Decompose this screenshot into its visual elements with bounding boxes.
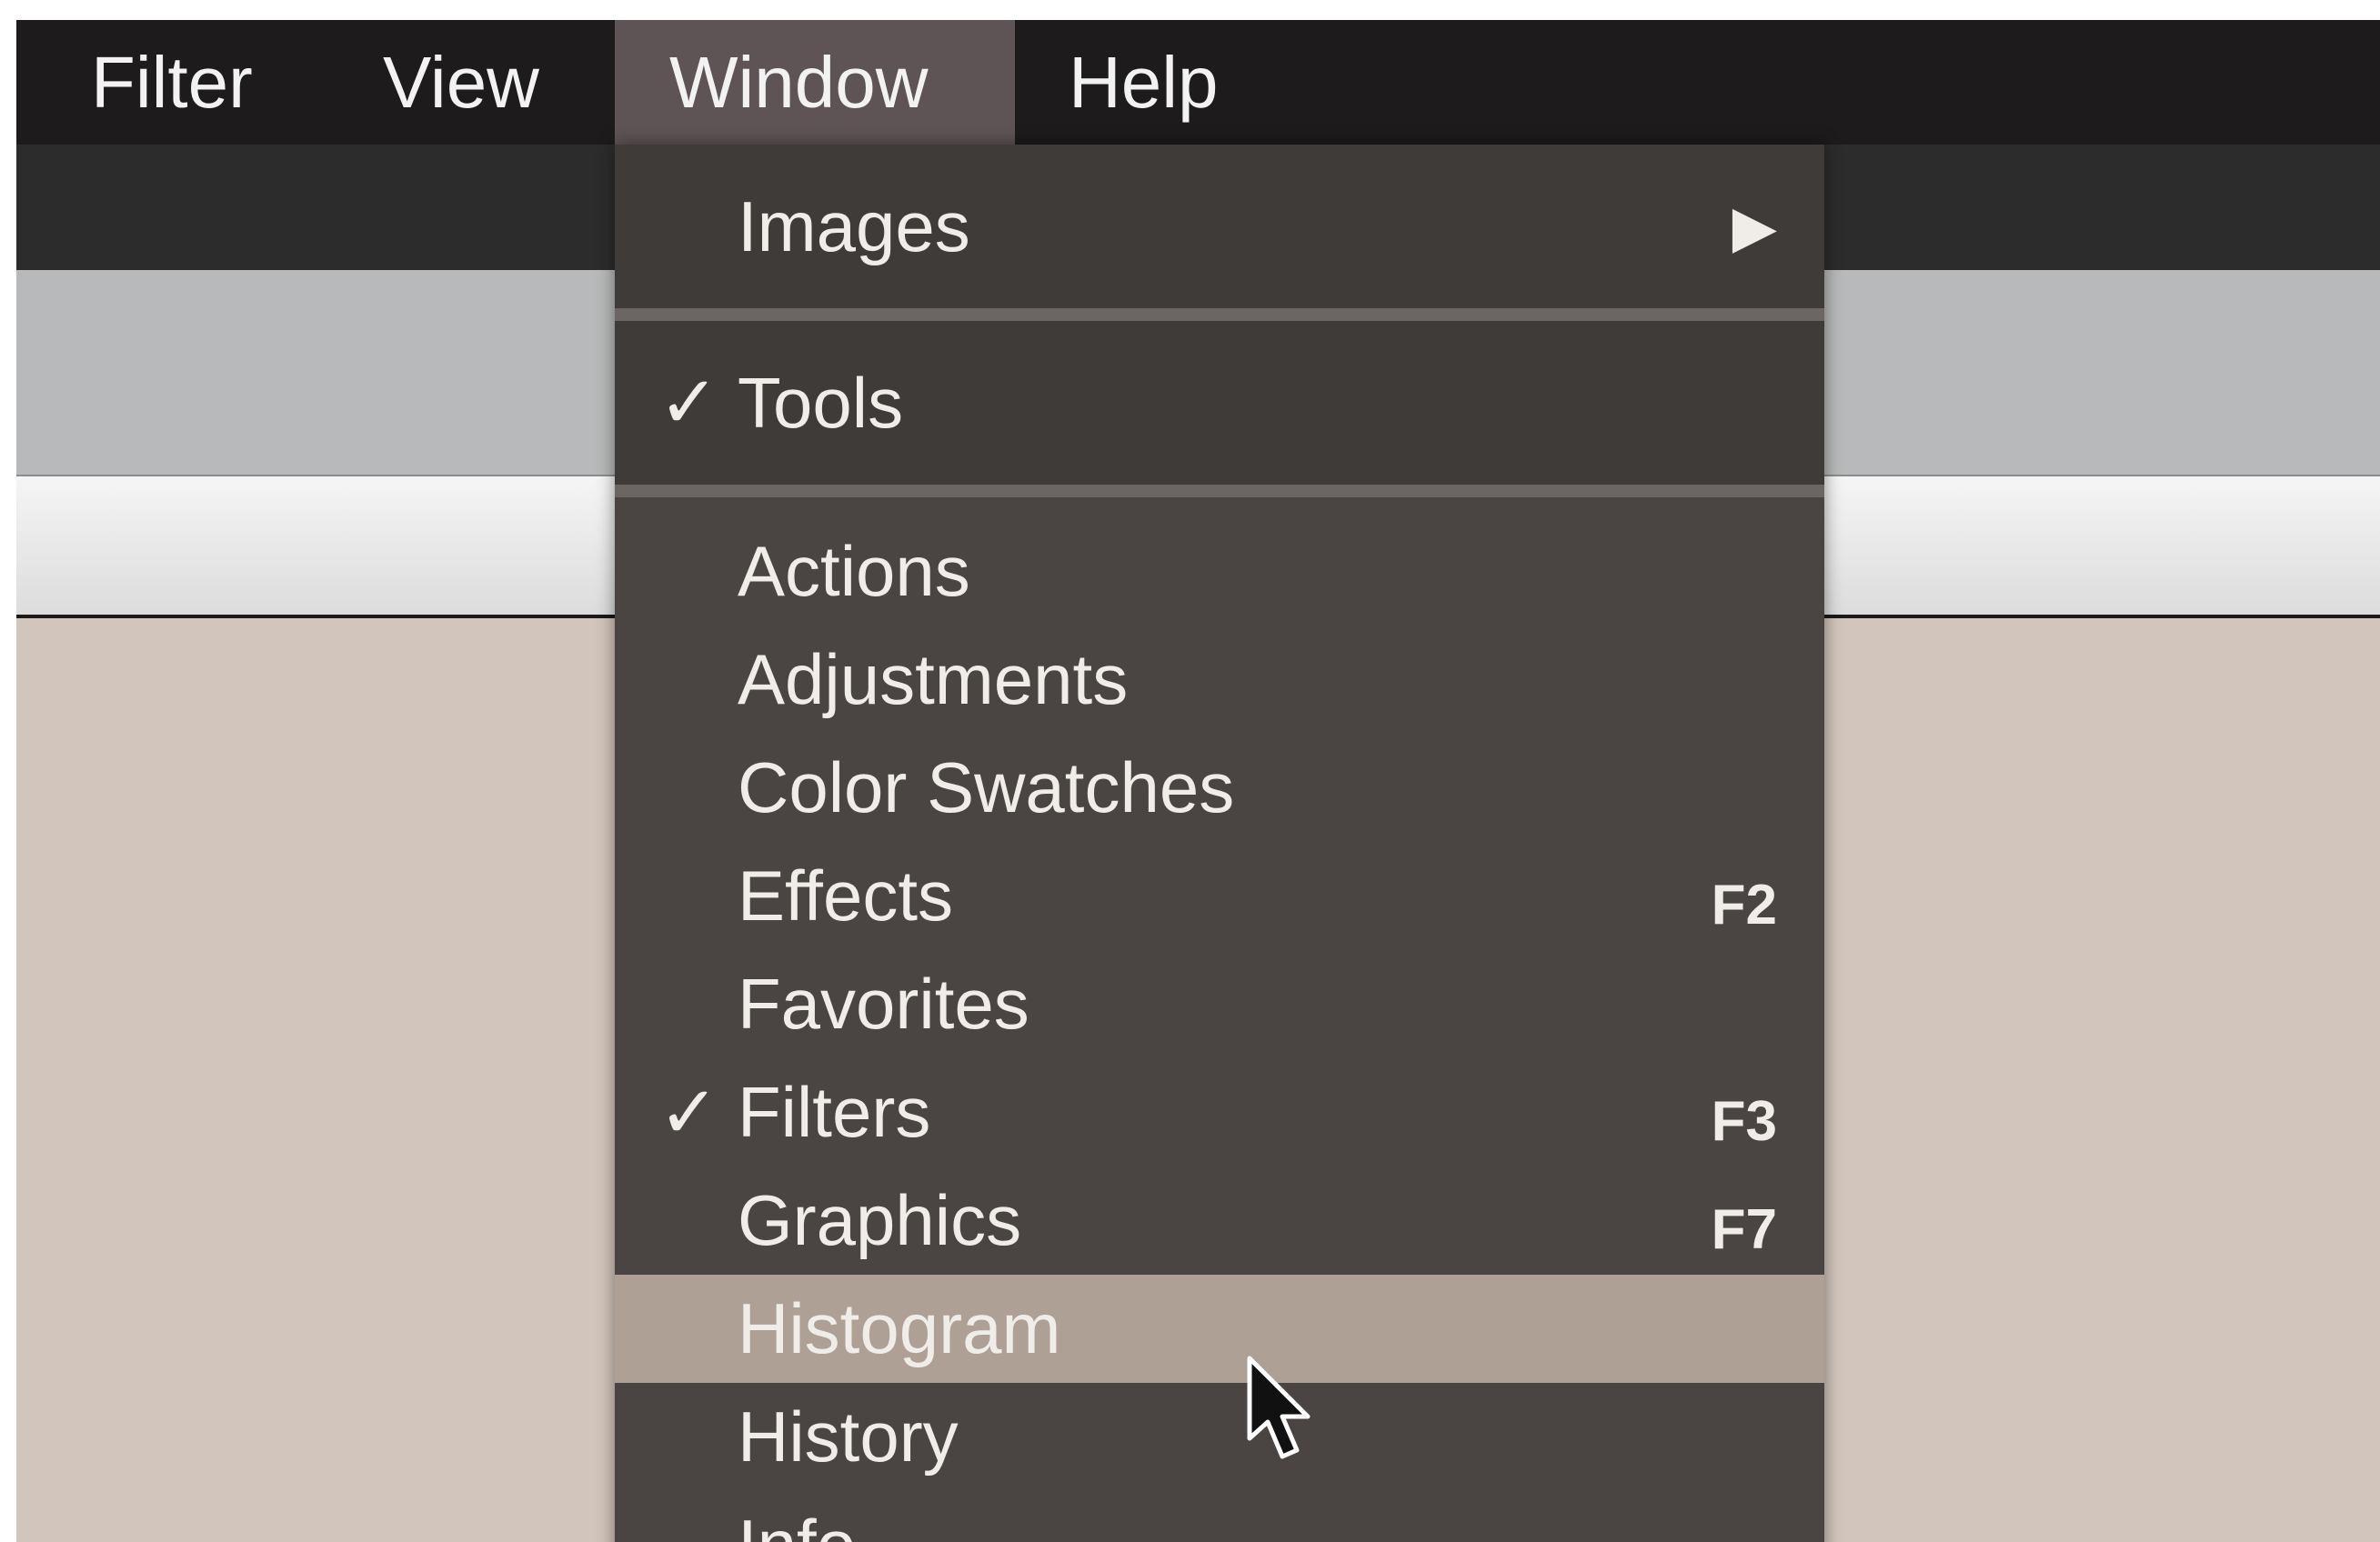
menu-item-color-swatches[interactable]: Color Swatches xyxy=(615,734,1824,842)
menu-item-label: Graphics xyxy=(738,1180,1022,1260)
menu-view[interactable]: View xyxy=(383,20,539,145)
menu-item-label: Color Swatches xyxy=(738,747,1235,827)
submenu-arrow-icon: ▶ xyxy=(1732,194,1777,259)
menu-item-label: Filters xyxy=(738,1072,931,1152)
menu-item-label: History xyxy=(738,1397,959,1477)
menu-item-shortcut: F7 xyxy=(1711,1198,1777,1261)
menu-filter[interactable]: Filter xyxy=(91,20,253,145)
menu-item-images[interactable]: Images ▶ xyxy=(615,145,1824,308)
menu-item-adjustments[interactable]: Adjustments xyxy=(615,626,1824,734)
menu-item-favorites[interactable]: Favorites xyxy=(615,950,1824,1058)
menu-item-shortcut: F3 xyxy=(1711,1090,1777,1153)
app-window: Filter View Window Help Images ▶ ✓ Tools… xyxy=(16,20,2380,1542)
menu-item-label: Actions xyxy=(738,531,970,611)
menu-item-history[interactable]: History xyxy=(615,1383,1824,1491)
menu-item-label: Tools xyxy=(738,363,904,443)
menu-item-shortcut: F2 xyxy=(1711,874,1777,936)
menu-separator xyxy=(615,485,1824,497)
menu-item-actions[interactable]: Actions xyxy=(615,517,1824,626)
window-menu-dropdown: Images ▶ ✓ Tools Actions Adjustments Col… xyxy=(615,145,1824,1542)
menu-item-label: Images xyxy=(738,186,970,266)
mouse-pointer-icon xyxy=(1247,1356,1311,1459)
menu-item-effects[interactable]: Effects F2 xyxy=(615,842,1824,950)
menu-help[interactable]: Help xyxy=(1069,20,1219,145)
checkmark-icon: ✓ xyxy=(658,1072,720,1153)
checkmark-icon: ✓ xyxy=(658,362,720,443)
menu-item-label: Adjustments xyxy=(738,639,1129,719)
menu-item-label: Effects xyxy=(738,856,954,936)
menu-item-label: Info xyxy=(738,1491,856,1542)
menu-item-filters[interactable]: ✓ Filters F3 xyxy=(615,1058,1824,1167)
menu-item-label: Histogram xyxy=(738,1288,1061,1368)
menu-window[interactable]: Window xyxy=(615,20,1015,145)
menu-item-info[interactable]: Info xyxy=(615,1491,1824,1542)
menu-bar: Filter View Window Help xyxy=(16,20,2380,145)
menu-item-tools[interactable]: ✓ Tools xyxy=(615,321,1824,485)
menu-item-histogram[interactable]: Histogram xyxy=(615,1275,1824,1383)
menu-item-graphics[interactable]: Graphics F7 xyxy=(615,1167,1824,1275)
menu-separator xyxy=(615,308,1824,321)
menu-item-label: Favorites xyxy=(738,964,1029,1044)
